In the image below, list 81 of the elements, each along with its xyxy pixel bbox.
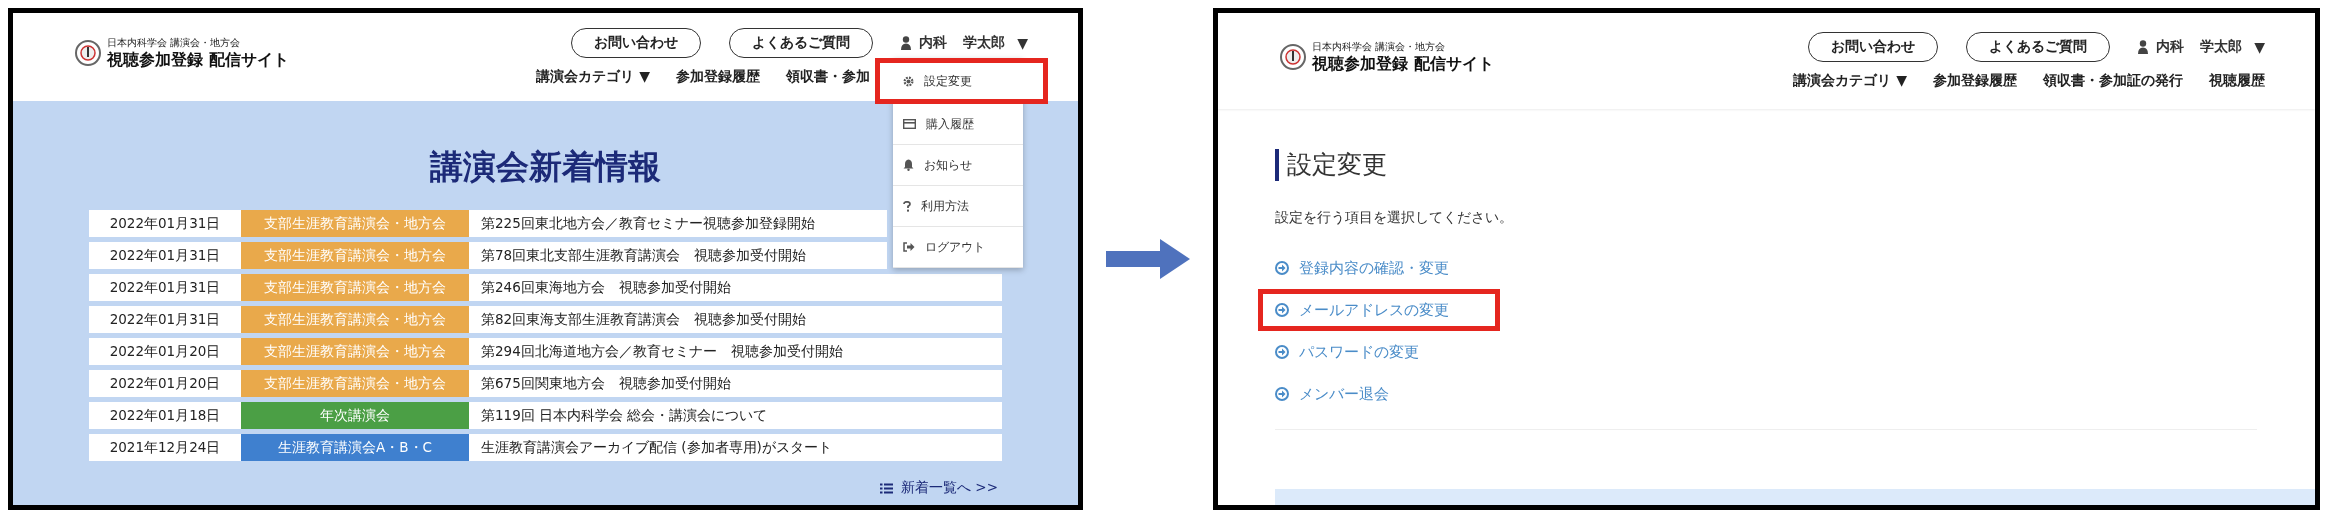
card-icon bbox=[903, 119, 916, 129]
list-icon bbox=[880, 482, 894, 494]
news-title: 第119回 日本内科学会 総会・講演会について bbox=[480, 405, 769, 425]
nav-link[interactable]: 参加登録履歴 bbox=[676, 68, 760, 86]
news-date: 2022年01月20日 bbox=[108, 373, 222, 393]
society-name: 日本内科学会 講演会・地方会 bbox=[1312, 39, 1447, 54]
person-icon bbox=[2138, 40, 2149, 54]
settings-link[interactable]: 登録内容の確認・変更 bbox=[1275, 247, 1449, 289]
news-row[interactable]: 2022年01月31日 支部生涯教育講演会・地方会 第78回東北支部生涯教育講演会 視聴参加受付開始 bbox=[89, 242, 887, 269]
news-row[interactable]: 2021年12月24日 生涯教育講演会A・B・C 生涯教育講演会アーカイブ配信 (参加者専用)がスタート bbox=[89, 434, 1002, 461]
category-tag: 支部生涯教育講演会・地方会 bbox=[241, 306, 469, 333]
news-date: 2022年01月20日 bbox=[108, 341, 222, 361]
news-title: 生涯教育講演会アーカイブ配信 (参加者専用)がスタート bbox=[480, 437, 833, 457]
news-date: 2022年01月31日 bbox=[108, 213, 222, 233]
header-button[interactable]: お問い合わせ bbox=[1808, 32, 1939, 62]
category-tag: 支部生涯教育講演会・地方会 bbox=[241, 338, 469, 365]
menu-item[interactable]: 購入履歴 bbox=[893, 104, 1023, 145]
header-button[interactable]: よくあるご質問 bbox=[1966, 32, 2111, 62]
nav-link[interactable]: 講演会カテゴリ ▼ bbox=[536, 68, 650, 86]
news-title: 第294回北海道地方会／教育セミナー 視聴参加受付開始 bbox=[480, 341, 844, 361]
user-surname: 内科 bbox=[2156, 38, 2185, 56]
category-tag: 支部生涯教育講演会・地方会 bbox=[241, 274, 469, 301]
question-mark-icon bbox=[903, 200, 911, 212]
category-tag: 生涯教育講演会A・B・C bbox=[241, 434, 469, 461]
nav-link[interactable]: 講演会カテゴリ ▼ bbox=[1793, 72, 1907, 90]
menu-item[interactable]: 利用方法 bbox=[893, 186, 1023, 227]
news-title: 第675回関東地方会 視聴参加受付開始 bbox=[480, 373, 732, 393]
news-title: 第78回東北支部生涯教育講演会 視聴参加受付開始 bbox=[480, 245, 808, 265]
gear-icon bbox=[903, 75, 914, 87]
menu-item[interactable]: ログアウト bbox=[893, 227, 1023, 268]
user-given-name: 学太郎 bbox=[2200, 38, 2243, 56]
user-given-name: 学太郎 bbox=[963, 34, 1006, 52]
settings-link[interactable]: パスワードの変更 bbox=[1275, 331, 1419, 373]
news-title: 第246回東海地方会 視聴参加受付開始 bbox=[480, 277, 732, 297]
news-row[interactable]: 2022年01月18日 年次講演会 第119回 日本内科学会 総会・講演会について bbox=[89, 402, 1002, 429]
society-name: 日本内科学会 講演会・地方会 bbox=[107, 35, 242, 50]
arrow-circle-icon bbox=[1275, 345, 1289, 359]
news-row[interactable]: 2022年01月20日 支部生涯教育講演会・地方会 第675回関東地方会 視聴参加受付開始 bbox=[89, 370, 1002, 397]
menu-item[interactable]: 設定変更 bbox=[875, 58, 1048, 104]
news-title: 第225回東北地方会／教育セミナー視聴参加登録開始 bbox=[480, 213, 816, 233]
page-heading: 設定変更 bbox=[1275, 149, 1387, 181]
user-menu-caret[interactable]: ▼ bbox=[2254, 39, 2265, 55]
arrow-circle-icon bbox=[1275, 387, 1289, 401]
society-logo bbox=[75, 40, 101, 66]
more-news-link[interactable]: 新着一覧へ >> bbox=[880, 479, 998, 497]
bell-icon bbox=[903, 159, 914, 171]
menu-item[interactable]: お知らせ bbox=[893, 145, 1023, 186]
news-date: 2022年01月31日 bbox=[108, 245, 222, 265]
site-name: 視聴参加登録 配信サイト bbox=[1312, 53, 1494, 75]
nav-link[interactable]: 領収書・参加 bbox=[786, 68, 870, 86]
news-date: 2022年01月31日 bbox=[108, 277, 222, 297]
category-tag: 支部生涯教育講演会・地方会 bbox=[241, 242, 469, 269]
header-button[interactable]: よくあるご質問 bbox=[729, 28, 874, 58]
news-row[interactable]: 2022年01月31日 支部生涯教育講演会・地方会 第246回東海地方会 視聴参加受付開始 bbox=[89, 274, 1002, 301]
site-name: 視聴参加登録 配信サイト bbox=[107, 49, 289, 71]
news-date: 2021年12月24日 bbox=[108, 437, 222, 457]
settings-link[interactable]: メールアドレスの変更 bbox=[1258, 289, 1500, 331]
news-row[interactable]: 2022年01月31日 支部生涯教育講演会・地方会 第225回東北地方会／教育セミナー視聴参加登録開始 bbox=[89, 210, 887, 237]
user-surname: 内科 bbox=[919, 34, 948, 52]
nav-link[interactable]: 参加登録履歴 bbox=[1933, 72, 2017, 90]
category-tag: 支部生涯教育講演会・地方会 bbox=[241, 210, 469, 237]
user-menu-caret[interactable]: ▼ bbox=[1017, 35, 1028, 51]
nav-link[interactable]: 領収書・参加証の発行 bbox=[2043, 72, 2183, 90]
nav-link[interactable]: 視聴履歴 bbox=[2209, 72, 2265, 90]
news-row[interactable]: 2022年01月20日 支部生涯教育講演会・地方会 第294回北海道地方会／教育セミナー 視聴参加受付開始 bbox=[89, 338, 1002, 365]
header-button[interactable]: お問い合わせ bbox=[571, 28, 702, 58]
settings-link[interactable]: メンバー退会 bbox=[1275, 373, 1389, 415]
instruction-text: 設定を行う項目を選択してください。 bbox=[1275, 209, 1514, 227]
news-date: 2022年01月18日 bbox=[108, 405, 222, 425]
society-logo bbox=[1280, 44, 1306, 70]
right-arrow-icon bbox=[1106, 239, 1190, 279]
news-date: 2022年01月31日 bbox=[108, 309, 222, 329]
category-tag: 年次講演会 bbox=[241, 402, 469, 429]
news-row[interactable]: 2022年01月31日 支部生涯教育講演会・地方会 第82回東海支部生涯教育講演会 視聴参加受付開始 bbox=[89, 306, 1002, 333]
person-icon bbox=[901, 36, 912, 50]
logout-icon bbox=[903, 242, 915, 252]
arrow-circle-icon bbox=[1275, 303, 1289, 317]
news-title: 第82回東海支部生涯教育講演会 視聴参加受付開始 bbox=[480, 309, 808, 329]
news-heading: 講演会新着情報 bbox=[430, 146, 661, 188]
arrow-circle-icon bbox=[1275, 261, 1289, 275]
category-tag: 支部生涯教育講演会・地方会 bbox=[241, 370, 469, 397]
